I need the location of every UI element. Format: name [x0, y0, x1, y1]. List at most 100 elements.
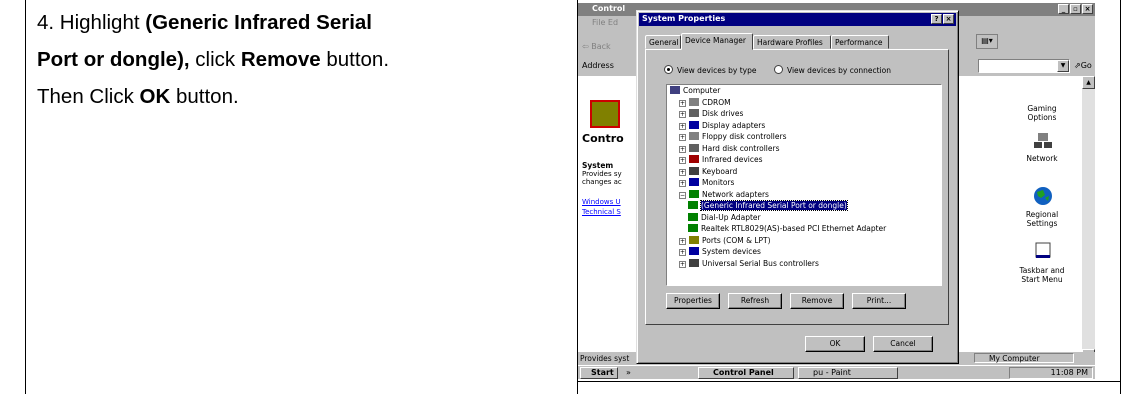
tree-item[interactable]: + Display adapters [679, 120, 766, 131]
technical-support-link[interactable]: Technical S [582, 208, 621, 216]
tree-item[interactable]: Dial-Up Adapter [688, 212, 761, 223]
expand-icon[interactable]: + [679, 122, 686, 130]
print-button[interactable]: Print... [852, 293, 906, 309]
minimize-button[interactable]: _ [1058, 4, 1069, 14]
tab-general[interactable]: General [645, 35, 681, 49]
instr-line3-end: button. [170, 85, 239, 108]
device-icon [689, 132, 699, 140]
device-icon [689, 155, 699, 163]
instr-remove-bold: Remove [240, 48, 321, 71]
chevron-down-icon[interactable]: ▼ [1057, 60, 1069, 72]
radio-view-by-connection[interactable]: View devices by connection [774, 65, 891, 75]
expand-icon[interactable]: + [679, 145, 686, 153]
cancel-button-label: Cancel [890, 339, 916, 348]
tree-item[interactable]: + Infrared devices [679, 155, 763, 165]
tree-item[interactable]: − Network adapters [679, 189, 769, 200]
tree-item[interactable]: + Hard disk controllers [679, 143, 780, 154]
screenshot: Control _ ▫ × File Ed ⇦ Back ▤▾ Address … [578, 3, 1095, 379]
system-properties-dialog: System Properties ? × General Device Man… [636, 10, 959, 364]
control-panel-title: Control [592, 4, 626, 13]
remove-button-label: Remove [801, 296, 833, 305]
expand-icon[interactable]: + [679, 111, 686, 118]
tree-item-label: Hard disk controllers [702, 143, 780, 153]
ok-button[interactable]: OK [805, 336, 865, 352]
address-input[interactable]: ▼ [978, 59, 1070, 73]
network-label[interactable]: Network [1012, 154, 1072, 163]
tab-device-manager[interactable]: Device Manager [681, 33, 753, 50]
expand-icon[interactable]: + [679, 249, 686, 256]
tree-item-label: Display adapters [702, 120, 766, 130]
tree-item-label: Ports (COM & LPT) [702, 235, 771, 245]
clock: 11:08 PM [1050, 368, 1088, 377]
gaming-options-item[interactable]: Gaming Options [1012, 104, 1072, 122]
tree-item[interactable]: Computer [670, 86, 720, 96]
tree-item[interactable]: + Disk drives [679, 109, 743, 119]
refresh-button[interactable]: Refresh [728, 293, 782, 309]
dialog-titlebar: System Properties ? × [639, 13, 956, 26]
close-button[interactable]: × [1082, 4, 1093, 14]
collapse-icon[interactable]: − [679, 191, 686, 199]
expand-icon[interactable]: + [679, 99, 686, 107]
tree-item[interactable]: + CDROM [679, 97, 731, 108]
tree-item-label: Monitors [702, 178, 735, 187]
instr-line2-bold: Port or dongle), [37, 48, 190, 71]
radio-view-by-type[interactable]: View devices by type [664, 65, 756, 75]
tab-general-label: General [649, 38, 679, 47]
expand-icon[interactable]: + [679, 168, 686, 176]
expand-icon[interactable]: + [679, 157, 686, 164]
properties-button-label: Properties [674, 296, 712, 305]
tree-item[interactable]: + Keyboard [679, 166, 737, 177]
instr-line1-plain: 4. Highlight [37, 11, 146, 34]
instr-line2-end: button. [320, 48, 390, 71]
vertical-scrollbar[interactable]: ▲ ▼ [1082, 76, 1095, 362]
tree-item-label: Floppy disk controllers [702, 132, 787, 141]
device-icon [689, 189, 699, 198]
views-button[interactable]: ▤▾ [976, 34, 998, 49]
go-button[interactable]: ⇗Go [1074, 61, 1092, 70]
tree-item-label: Dial-Up Adapter [701, 212, 761, 222]
remove-button[interactable]: Remove [790, 293, 844, 309]
close-icon[interactable]: × [943, 14, 954, 24]
tree-item[interactable]: + Monitors [679, 178, 734, 188]
windows-update-link[interactable]: Windows U [582, 198, 621, 206]
taskbar-label[interactable]: Taskbar and Start Menu [1012, 266, 1072, 284]
start-label: Start [591, 368, 614, 377]
control-panel-menu[interactable]: File Ed [592, 18, 618, 27]
tree-item[interactable]: + Floppy disk controllers [679, 132, 787, 142]
device-icon [689, 247, 699, 255]
device-icon [689, 178, 699, 186]
tree-item[interactable]: + System devices [679, 247, 761, 257]
device-icon [689, 109, 699, 117]
device-icon [689, 235, 699, 244]
address-label: Address [582, 61, 614, 70]
expand-icon[interactable]: + [679, 134, 686, 141]
expand-icon[interactable]: + [679, 260, 686, 268]
tree-item[interactable]: Realtek RTL8029(AS)-based PCI Ethernet A… [688, 224, 886, 234]
maximize-button[interactable]: ▫ [1070, 4, 1081, 14]
tree-item-selected[interactable]: (Generic Infrared Serial Port or dongle) [688, 200, 848, 211]
tree-item-label: Realtek RTL8029(AS)-based PCI Ethernet A… [701, 224, 887, 233]
tab-hardware-profiles[interactable]: Hardware Profiles [753, 35, 831, 49]
quick-launch-more[interactable]: » [626, 368, 633, 377]
expand-icon[interactable]: + [679, 180, 686, 187]
taskbar-paint[interactable]: pu - Paint [798, 367, 898, 379]
help-icon[interactable]: ? [931, 14, 942, 24]
tab-performance[interactable]: Performance [831, 35, 889, 49]
properties-button[interactable]: Properties [666, 293, 720, 309]
device-tree[interactable]: Computer + CDROM + Disk drives + Display adapt… [666, 84, 942, 286]
tree-item[interactable]: + Universal Serial Bus controllers [679, 258, 819, 269]
expand-icon[interactable]: + [679, 237, 686, 245]
cancel-button[interactable]: Cancel [873, 336, 933, 352]
quick-launch[interactable]: » [626, 368, 633, 377]
scroll-up-icon[interactable]: ▲ [1082, 76, 1095, 89]
regional-settings-label[interactable]: Regional Settings [1012, 210, 1072, 228]
start-button[interactable]: Start [580, 367, 618, 379]
tab-device-manager-label: Device Manager [685, 36, 746, 45]
control-panel-icons: Gaming Options Network Regional Settings… [954, 76, 1095, 362]
radio-selected-icon [664, 65, 673, 74]
device-manager-panel: View devices by type View devices by con… [645, 49, 949, 325]
back-button[interactable]: ⇦ Back [582, 42, 611, 51]
print-button-label: Print... [866, 296, 892, 305]
tree-item[interactable]: + Ports (COM & LPT) [679, 235, 771, 246]
taskbar-control-panel[interactable]: Control Panel [698, 367, 794, 379]
